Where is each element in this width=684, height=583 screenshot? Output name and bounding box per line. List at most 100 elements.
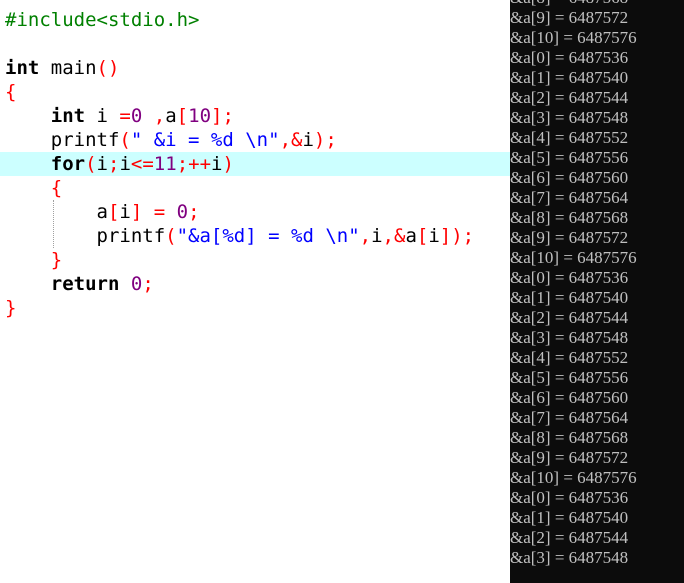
code-line: #include<stdio.h> <box>5 8 199 32</box>
code-token: return <box>50 273 120 295</box>
console-line: &a[0] = 6487536 <box>510 488 629 507</box>
code-token: { <box>5 81 17 103</box>
code-token: i <box>85 105 120 127</box>
console-line: &a[7] = 6487564 <box>510 408 629 427</box>
console-line: &a[5] = 6487556 <box>510 368 629 387</box>
console-line: &a[7] = 6487564 <box>510 188 629 207</box>
code-token: ;++ <box>176 153 212 175</box>
console-line: &a[1] = 6487540 <box>510 68 629 87</box>
code-token: } <box>5 297 17 319</box>
code-token: i <box>211 153 223 175</box>
console-line: &a[3] = 6487548 <box>510 328 629 347</box>
code-token: "&a[%d] = %d \n" <box>176 225 360 247</box>
code-token: i <box>96 153 108 175</box>
code-token: int <box>5 57 40 79</box>
code-line: { <box>5 176 62 200</box>
console-line: &a[6] = 6487560 <box>510 388 629 407</box>
code-token: ( <box>119 129 131 151</box>
code-token: ); <box>313 129 337 151</box>
code-token: i <box>371 225 383 247</box>
console-line: &a[0] = 6487536 <box>510 48 629 67</box>
console-line: &a[10] = 6487576 <box>510 28 637 47</box>
code-token: printf <box>5 225 166 247</box>
code-token: a <box>165 105 177 127</box>
console-line: &a[8] = 6487568 <box>510 208 629 227</box>
code-line: for(i;i<=11;++i) <box>5 152 234 176</box>
console-line: &a[8] = 6487568 <box>510 0 684 8</box>
code-token: ) <box>222 153 234 175</box>
code-editor[interactable]: #include<stdio.h> int main(){ int i =0 ,a… <box>0 0 510 583</box>
console-line: &a[8] = 6487568 <box>510 428 629 447</box>
console-line: &a[3] = 6487548 <box>510 108 629 127</box>
console-line: &a[2] = 6487544 <box>510 88 629 107</box>
code-token: for <box>50 153 86 175</box>
code-token: ; <box>108 153 120 175</box>
console-line: &a[10] = 6487576 <box>510 468 637 487</box>
code-line: { <box>5 80 16 104</box>
console-line: &a[10] = 6487576 <box>510 248 637 267</box>
code-token: ( <box>85 153 97 175</box>
code-line: printf(" &i = %d \n",&i); <box>5 128 337 152</box>
code-line: } <box>5 248 62 272</box>
console-line: &a[6] = 6487560 <box>510 168 629 187</box>
code-token: 0 <box>130 105 143 127</box>
code-token: ]; <box>211 105 234 127</box>
code-token: ; <box>142 273 154 295</box>
code-line: return 0; <box>5 272 154 296</box>
code-line: int main() <box>5 56 119 80</box>
code-token: i <box>119 153 131 175</box>
code-token: = <box>119 105 131 127</box>
code-token: " &i = %d \n" <box>130 129 280 151</box>
code-token: } <box>50 249 63 271</box>
console-window[interactable]: &a[8] = 6487568&a[9] = 6487572&a[10] = 6… <box>510 0 684 583</box>
code-token: <= <box>130 153 154 175</box>
code-token: ,& <box>279 129 303 151</box>
console-line: &a[1] = 6487540 <box>510 508 629 527</box>
code-token: main <box>39 57 97 79</box>
code-token: , <box>359 225 372 247</box>
console-line: &a[1] = 6487540 <box>510 288 629 307</box>
console-line: &a[3] = 6487548 <box>510 548 629 567</box>
console-line: &a[9] = 6487572 <box>510 8 629 27</box>
code-token: [ <box>176 105 189 127</box>
code-token: i <box>119 201 131 223</box>
code-token: 0 <box>176 201 189 223</box>
code-token: ( <box>165 225 177 247</box>
code-token: a <box>5 201 108 223</box>
code-token: { <box>50 177 63 199</box>
code-token: ]); <box>439 225 475 247</box>
code-line: a[i] = 0; <box>5 200 200 224</box>
code-line: printf("&a[%d] = %d \n",i,&a[i]); <box>5 224 475 248</box>
console-line: &a[9] = 6487572 <box>510 228 629 247</box>
code-token: [ <box>416 225 429 247</box>
code-token: ; <box>188 201 200 223</box>
console-line: &a[0] = 6487536 <box>510 268 629 287</box>
code-token: 11 <box>153 153 177 175</box>
code-token: a <box>405 225 417 247</box>
code-token: ,& <box>382 225 406 247</box>
code-token: #include<stdio.h> <box>5 9 200 31</box>
code-token: 0 <box>130 273 143 295</box>
code-line: int i =0 ,a[10]; <box>5 104 234 128</box>
console-line: &a[2] = 6487544 <box>510 528 629 547</box>
code-token: () <box>96 57 120 79</box>
code-token: i <box>428 225 440 247</box>
console-output: &a[8] = 6487568&a[9] = 6487572&a[10] = 6… <box>510 0 684 568</box>
code-token: ] = <box>130 201 177 223</box>
code-token: printf <box>5 129 120 151</box>
code-line: } <box>5 296 16 320</box>
code-token: i <box>302 129 314 151</box>
code-token: int <box>50 105 86 127</box>
console-line: &a[2] = 6487544 <box>510 308 629 327</box>
console-line: &a[4] = 6487552 <box>510 128 629 147</box>
console-line: &a[9] = 6487572 <box>510 448 629 467</box>
code-token: 10 <box>188 105 212 127</box>
console-line: &a[5] = 6487556 <box>510 148 629 167</box>
code-token: [ <box>107 201 120 223</box>
